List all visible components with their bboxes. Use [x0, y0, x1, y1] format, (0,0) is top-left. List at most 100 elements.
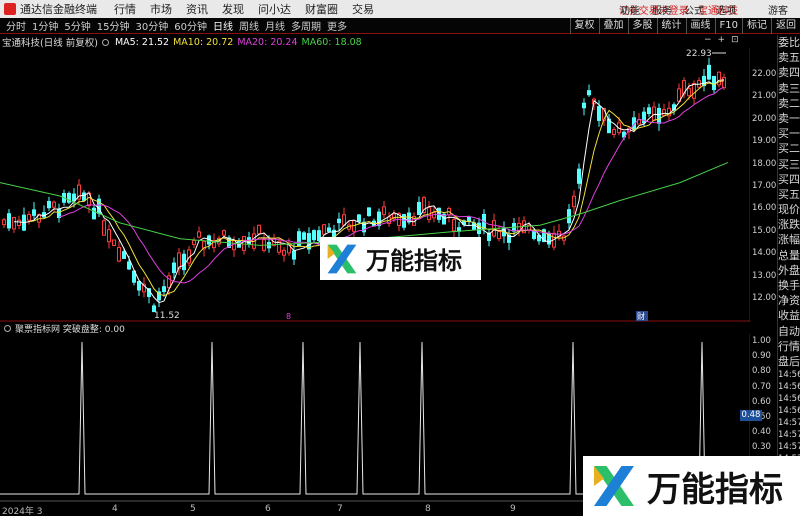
- overlay-button[interactable]: 叠加: [598, 17, 628, 34]
- event-marker[interactable]: 8: [286, 312, 291, 321]
- price-tick: 13.00: [752, 270, 777, 281]
- side-panel-item[interactable]: 现价: [778, 202, 800, 217]
- menu-trade[interactable]: 交易: [352, 1, 374, 17]
- candle-body: [647, 107, 651, 114]
- candle-body: [307, 233, 311, 250]
- menu-ask-xiaoda[interactable]: 问小达: [258, 1, 291, 17]
- period-15min[interactable]: 15分钟: [97, 18, 130, 33]
- period-weekly[interactable]: 周线: [239, 18, 259, 33]
- settings-icon[interactable]: [101, 38, 109, 46]
- side-panel-item[interactable]: 换手: [778, 278, 800, 293]
- side-panel-item[interactable]: 买二: [778, 141, 800, 156]
- side-panel-item[interactable]: 卖二: [778, 96, 800, 111]
- side-panel-item[interactable]: 涨跌: [778, 217, 800, 232]
- side-panel-item[interactable]: 14:56: [778, 405, 800, 417]
- candle-body: [322, 224, 326, 235]
- period-more[interactable]: 更多: [327, 18, 347, 33]
- candle-body: [257, 224, 261, 235]
- watermark-text-large: 万能指标: [647, 469, 783, 510]
- side-panel-item[interactable]: 买一: [778, 126, 800, 141]
- candle-body: [707, 64, 711, 80]
- side-panel-item[interactable]: 14:57: [778, 417, 800, 429]
- period-30min[interactable]: 30分钟: [135, 18, 168, 33]
- indicator-tick: 0.90: [752, 351, 771, 362]
- watermark-logo-large-icon: [594, 466, 634, 506]
- mark-button[interactable]: 标记: [742, 17, 771, 34]
- menu-formula[interactable]: 公式: [684, 2, 704, 17]
- period-monthly[interactable]: 月线: [265, 18, 285, 33]
- side-panel-item[interactable]: 卖三: [778, 81, 800, 96]
- price-tick: 18.00: [752, 158, 777, 169]
- candle-body: [467, 216, 471, 222]
- guest-user[interactable]: 游客: [768, 2, 788, 17]
- candle-body: [687, 88, 691, 97]
- candle-body: [587, 90, 591, 96]
- side-panel-item[interactable]: 行情: [778, 339, 800, 354]
- app-name: 通达信金融终端: [20, 3, 97, 16]
- side-panel-item[interactable]: 14:57: [778, 441, 800, 453]
- indicator-tick: 0.80: [752, 366, 771, 377]
- plus-icon[interactable]: +: [718, 35, 726, 47]
- menu-wealth-circle[interactable]: 财富圈: [305, 1, 338, 17]
- candle-body: [232, 240, 236, 251]
- side-panel-item[interactable]: 14:56: [778, 369, 800, 381]
- indicator-current-value: 0.48: [740, 410, 762, 421]
- side-panel-item[interactable]: 14:57: [778, 429, 800, 441]
- menu-news[interactable]: 资讯: [186, 1, 208, 17]
- lock-icon[interactable]: ⊡: [731, 35, 739, 47]
- period-5min[interactable]: 5分钟: [64, 18, 90, 33]
- toolbar-buttons: 复权 叠加 多股 统计 画线 F10 标记 返回: [569, 17, 800, 34]
- side-panel-item[interactable]: 净资: [778, 293, 800, 308]
- side-panel-item[interactable]: 盘后: [778, 354, 800, 369]
- f10-button[interactable]: F10: [714, 17, 742, 34]
- chart-toolbar: 分时 1分钟 5分钟 15分钟 30分钟 60分钟 日线 周线 月线 多周期 更…: [0, 17, 800, 34]
- side-panel-item[interactable]: 买三: [778, 157, 800, 172]
- menu-discover[interactable]: 发现: [222, 1, 244, 17]
- menu-market[interactable]: 市场: [150, 1, 172, 17]
- candle-body: [12, 216, 16, 230]
- candle-body: [572, 195, 576, 208]
- side-panel-item[interactable]: 委比: [778, 35, 800, 50]
- side-panel-item[interactable]: 卖五: [778, 50, 800, 65]
- adjust-button[interactable]: 复权: [569, 17, 599, 34]
- date-tick: 5: [190, 504, 196, 514]
- menu-function[interactable]: 功能: [620, 2, 640, 17]
- side-panel-item[interactable]: 买四: [778, 172, 800, 187]
- multi-stock-button[interactable]: 多股: [627, 17, 657, 34]
- date-tick: 9: [510, 504, 516, 514]
- minus-icon[interactable]: −: [704, 35, 712, 47]
- period-multi[interactable]: 多周期: [291, 18, 321, 33]
- statistics-button[interactable]: 统计: [656, 17, 686, 34]
- side-panel-item[interactable]: 总量: [778, 248, 800, 263]
- draw-line-button[interactable]: 画线: [685, 17, 715, 34]
- period-60min[interactable]: 60分钟: [174, 18, 207, 33]
- side-panel-item[interactable]: 自动: [778, 324, 800, 339]
- period-1min[interactable]: 1分钟: [32, 18, 58, 33]
- side-panel-item[interactable]: 外盘: [778, 263, 800, 278]
- side-panel-item[interactable]: 卖一: [778, 111, 800, 126]
- side-panel-item[interactable]: 14:56: [778, 393, 800, 405]
- menu-service[interactable]: 服务: [652, 2, 672, 17]
- candle-body: [122, 251, 126, 259]
- period-daily[interactable]: 日线: [213, 18, 233, 33]
- side-panel-item[interactable]: 买五: [778, 187, 800, 202]
- period-intraday[interactable]: 分时: [6, 18, 26, 33]
- ma20-value: MA20: 20.24: [237, 36, 298, 48]
- watermark-text: 万能指标: [366, 247, 462, 275]
- candlestick-chart[interactable]: 22.93 11.52 8 财: [0, 48, 750, 322]
- candle-body: [137, 281, 141, 291]
- side-panel-item[interactable]: 涨幅: [778, 232, 800, 247]
- finance-marker[interactable]: 财: [637, 311, 645, 321]
- side-panel-item[interactable]: 收益: [778, 308, 800, 323]
- back-button[interactable]: 返回: [771, 17, 800, 34]
- candle-body: [192, 239, 196, 245]
- side-panel-item[interactable]: 14:56: [778, 381, 800, 393]
- stock-name[interactable]: 宝通科技(日线 前复权): [2, 35, 98, 49]
- side-panel-item[interactable]: 卖四: [778, 65, 800, 80]
- candle-body: [497, 231, 501, 240]
- indicator-settings-icon[interactable]: [4, 324, 11, 332]
- indicator-name[interactable]: 聚票指标网 突破盘整: 0.00: [15, 322, 125, 335]
- menu-quotes[interactable]: 行情: [114, 1, 136, 17]
- candle-body: [32, 209, 36, 216]
- menu-options[interactable]: 选项: [716, 2, 736, 17]
